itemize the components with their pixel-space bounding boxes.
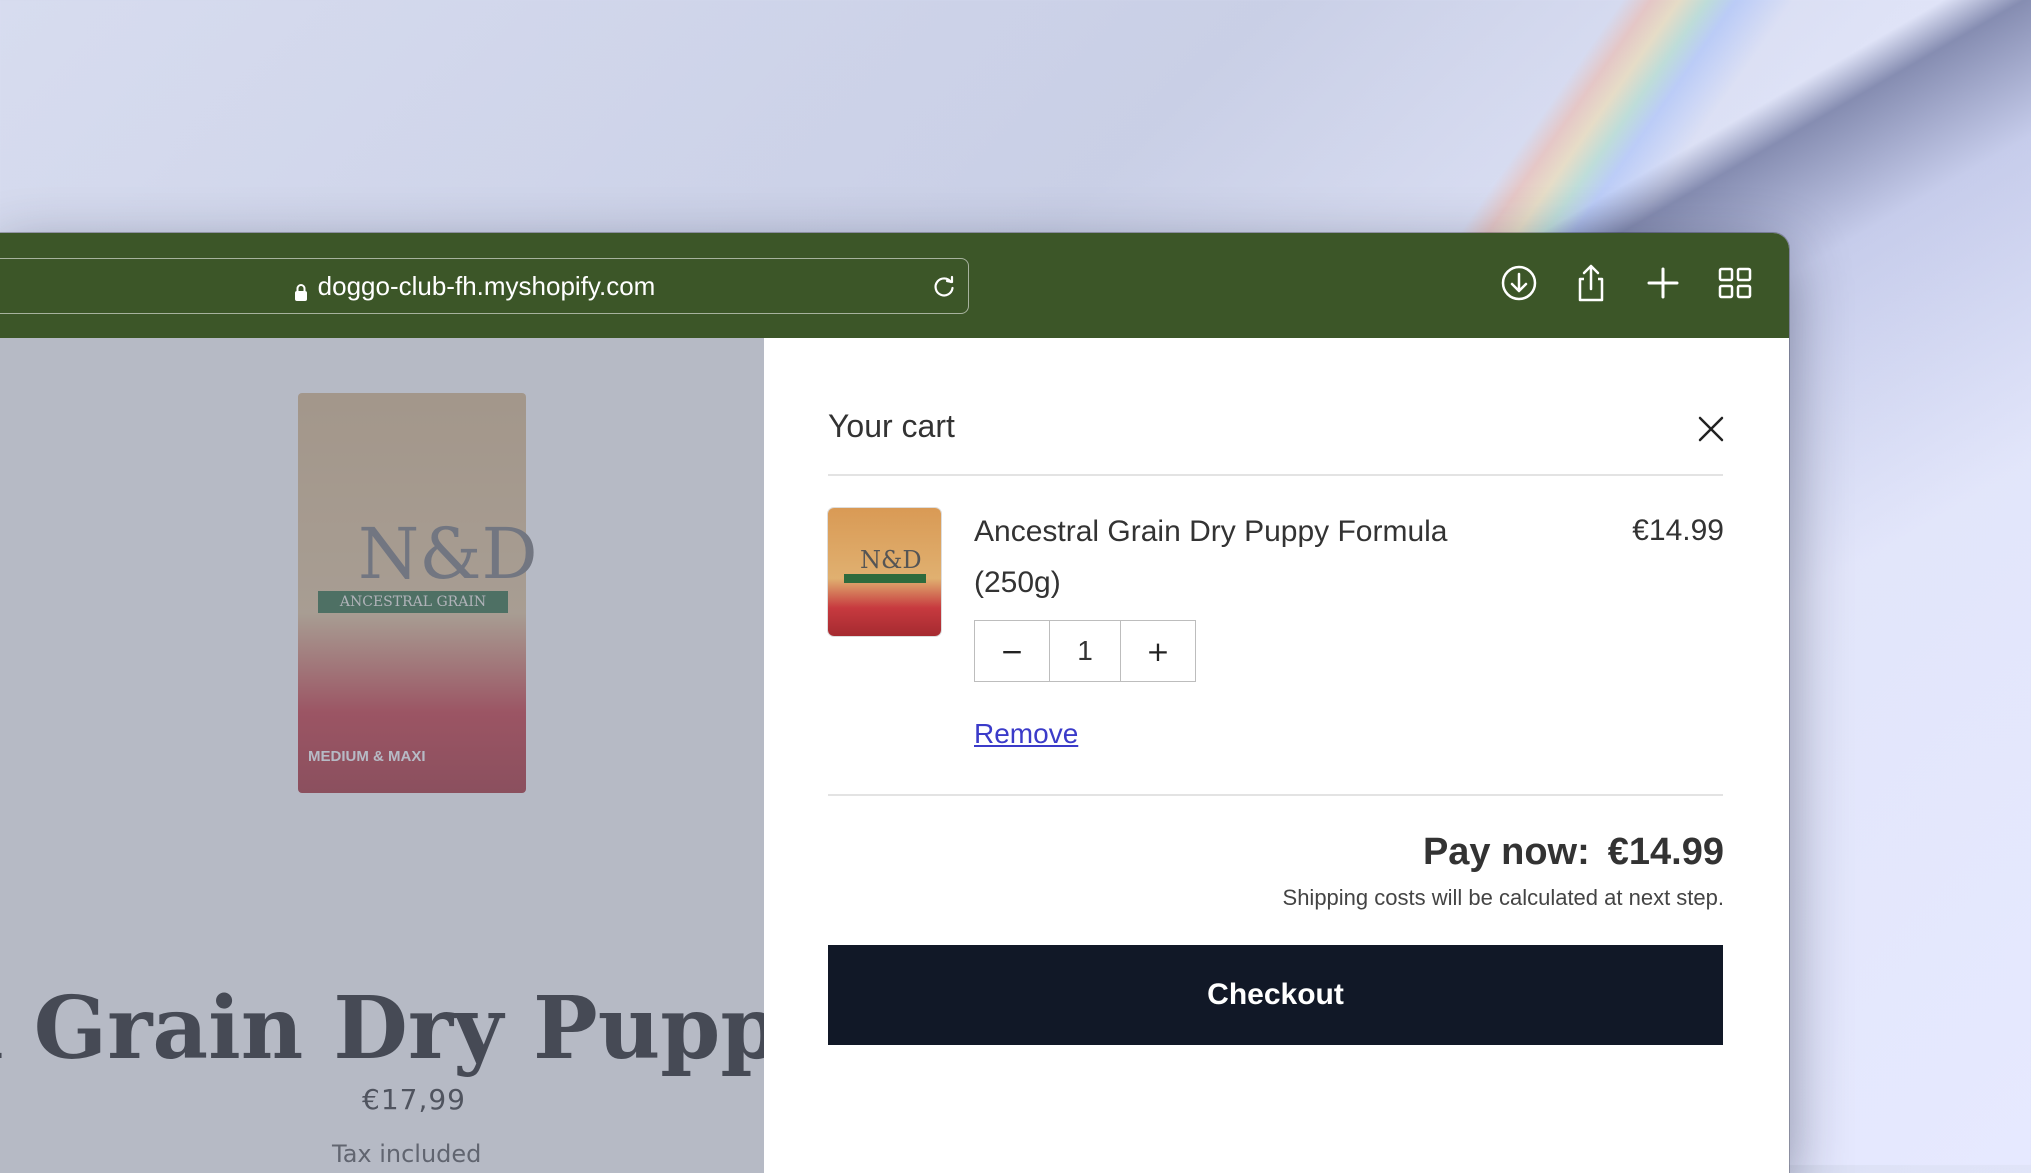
pay-now-amount: €14.99 bbox=[1607, 831, 1724, 873]
browser-window: doggo-club-fh.myshopify.com N&D ANCESTRA… bbox=[0, 233, 1789, 1173]
thumb-band bbox=[844, 574, 926, 583]
address-bar[interactable]: doggo-club-fh.myshopify.com bbox=[0, 258, 969, 314]
checkout-button[interactable]: Checkout bbox=[828, 945, 1723, 1045]
web-page: N&D ANCESTRAL GRAIN MEDIUM & MAXI ral Gr… bbox=[0, 338, 1789, 1173]
cart-item-image: N&D bbox=[828, 508, 941, 636]
cart-item-price: €14.99 bbox=[1632, 514, 1724, 547]
thumb-logo: N&D bbox=[860, 546, 922, 574]
increment-button[interactable]: + bbox=[1121, 621, 1195, 681]
drawer-overlay[interactable] bbox=[0, 338, 764, 1173]
browser-toolbar: doggo-club-fh.myshopify.com bbox=[0, 233, 1789, 338]
url-text: doggo-club-fh.myshopify.com bbox=[317, 270, 656, 301]
tab-overview-icon[interactable] bbox=[1715, 263, 1755, 303]
share-icon[interactable] bbox=[1571, 263, 1611, 303]
cart-item-name[interactable]: Ancestral Grain Dry Puppy Formula (250g) bbox=[974, 506, 1534, 608]
divider bbox=[828, 474, 1723, 476]
cart-title: Your cart bbox=[828, 408, 955, 444]
shipping-note: Shipping costs will be calculated at nex… bbox=[1282, 885, 1724, 910]
new-tab-icon[interactable] bbox=[1643, 263, 1683, 303]
reload-icon[interactable] bbox=[930, 272, 958, 300]
close-icon[interactable] bbox=[1697, 415, 1725, 443]
quantity-stepper: − 1 + bbox=[974, 620, 1196, 682]
pay-now-total: Pay now: €14.99 bbox=[1423, 831, 1724, 874]
quantity-input[interactable]: 1 bbox=[1049, 621, 1121, 681]
decrement-button[interactable]: − bbox=[975, 621, 1049, 681]
lock-icon bbox=[294, 277, 308, 301]
download-icon[interactable] bbox=[1499, 263, 1539, 303]
divider bbox=[828, 794, 1723, 796]
pay-now-label: Pay now: bbox=[1422, 831, 1590, 873]
remove-link[interactable]: Remove bbox=[974, 718, 1078, 750]
cart-drawer: Your cart N&D Ancestral Grain Dry Puppy … bbox=[764, 338, 1789, 1173]
